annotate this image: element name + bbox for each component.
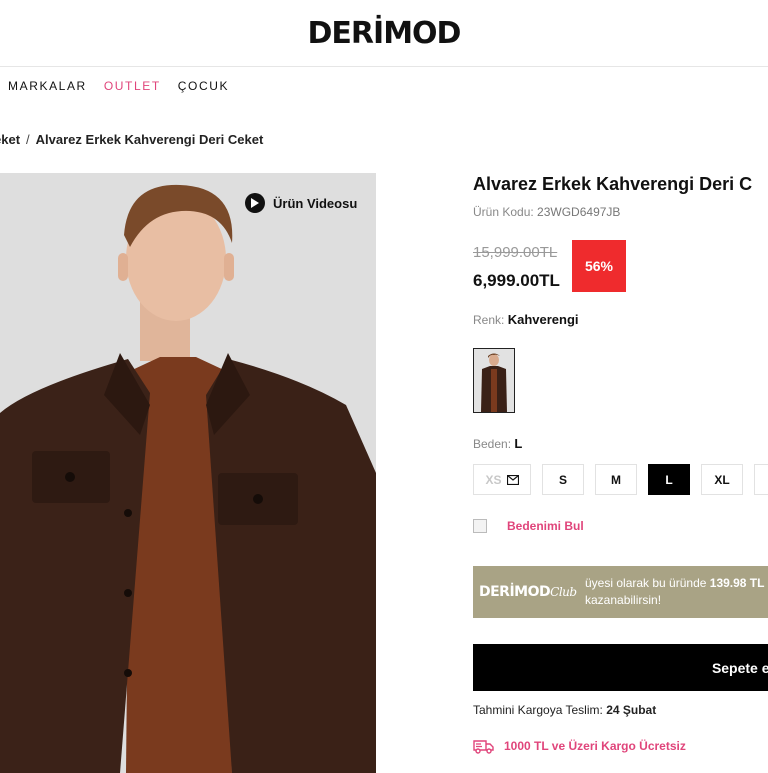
swatch-thumbnail — [474, 349, 514, 412]
add-to-cart-label: Sepete ekle — [711, 659, 768, 676]
find-size-label: Bedenimi Bul — [507, 519, 584, 533]
nav-item-outlet[interactable]: OUTLET — [104, 79, 161, 93]
product-code: Ürün Kodu: 23WGD6497JB — [473, 205, 620, 219]
product-title: Alvarez Erkek Kahverengi Deri C — [473, 174, 753, 194]
size-option-m[interactable]: M — [595, 464, 637, 495]
club-text-part2: kazanabilirsin! — [585, 593, 662, 607]
model-photo — [0, 173, 376, 773]
discount-badge: 56% — [572, 240, 626, 292]
club-text-part1: üyesi olarak bu üründe — [585, 576, 707, 590]
size-finder-icon — [473, 519, 487, 533]
size-selector: XS S M L XL — [473, 464, 768, 495]
size-value: L — [514, 436, 523, 451]
sale-price: 6,999.00TL — [473, 271, 560, 290]
product-video-label: Ürün Videosu — [273, 195, 358, 211]
club-banner: DERİMODClub üyesi olarak bu üründe 139.9… — [473, 566, 768, 618]
find-size-link[interactable]: Bedenimi Bul — [473, 519, 584, 533]
delivery-label: Tahmini Kargoya Teslim: — [473, 703, 603, 717]
breadcrumb-current: Alvarez Erkek Kahverengi Deri Ceket — [35, 132, 264, 147]
old-price: 15,999.00TL — [473, 244, 558, 261]
breadcrumb-separator: / — [26, 132, 30, 147]
club-logo-script: Club — [550, 585, 577, 599]
free-shipping-info: 1000 TL ve Üzeri Kargo Ücretsiz — [473, 738, 686, 754]
club-points: 139.98 TL — [709, 576, 765, 590]
club-logo: DERİMODClub — [479, 584, 585, 600]
product-code-value: 23WGD6497JB — [537, 205, 621, 219]
truck-icon — [473, 740, 494, 754]
color-label: Renk: — [473, 313, 505, 327]
club-logo-main: DERİMOD — [479, 584, 551, 600]
size-label: Beden: — [473, 437, 512, 451]
play-icon — [245, 193, 265, 213]
breadcrumb: eket / Alvarez Erkek Kahverengi Deri Cek… — [0, 132, 263, 147]
size-option-xs-label: XS — [485, 472, 502, 487]
delivery-date: 24 Şubat — [606, 703, 657, 717]
product-code-label: Ürün Kodu: — [473, 205, 534, 219]
size-info: Beden: L — [473, 436, 522, 451]
product-image[interactable]: Ürün Videosu — [0, 173, 376, 773]
nav-item-cocuk[interactable]: ÇOCUK — [178, 79, 229, 93]
club-text: üyesi olarak bu üründe 139.98 TL kazanab… — [585, 575, 764, 609]
mail-icon — [506, 474, 519, 485]
nav-item-markalar[interactable]: MARKALAR — [8, 79, 87, 93]
size-option-xl[interactable]: XL — [701, 464, 743, 495]
header-divider — [0, 66, 768, 67]
main-nav: MARKALAR OUTLET ÇOCUK — [8, 79, 229, 93]
size-option-l[interactable]: L — [648, 464, 690, 495]
product-video-button[interactable]: Ürün Videosu — [245, 193, 357, 213]
free-shipping-label: 1000 TL ve Üzeri Kargo Ücretsiz — [504, 739, 686, 753]
color-value: Kahverengi — [507, 312, 579, 327]
size-option-s[interactable]: S — [542, 464, 584, 495]
add-to-cart-button[interactable]: Sepete ekle — [473, 644, 768, 691]
size-option-more[interactable] — [754, 464, 768, 495]
delivery-estimate: Tahmini Kargoya Teslim: 24 Şubat — [473, 703, 656, 717]
color-swatch-kahverengi[interactable] — [473, 348, 515, 413]
breadcrumb-parent[interactable]: eket — [0, 132, 20, 147]
brand-logo[interactable]: DERİMOD — [0, 16, 768, 51]
color-info: Renk: Kahverengi — [473, 312, 579, 327]
size-option-xs[interactable]: XS — [473, 464, 531, 495]
